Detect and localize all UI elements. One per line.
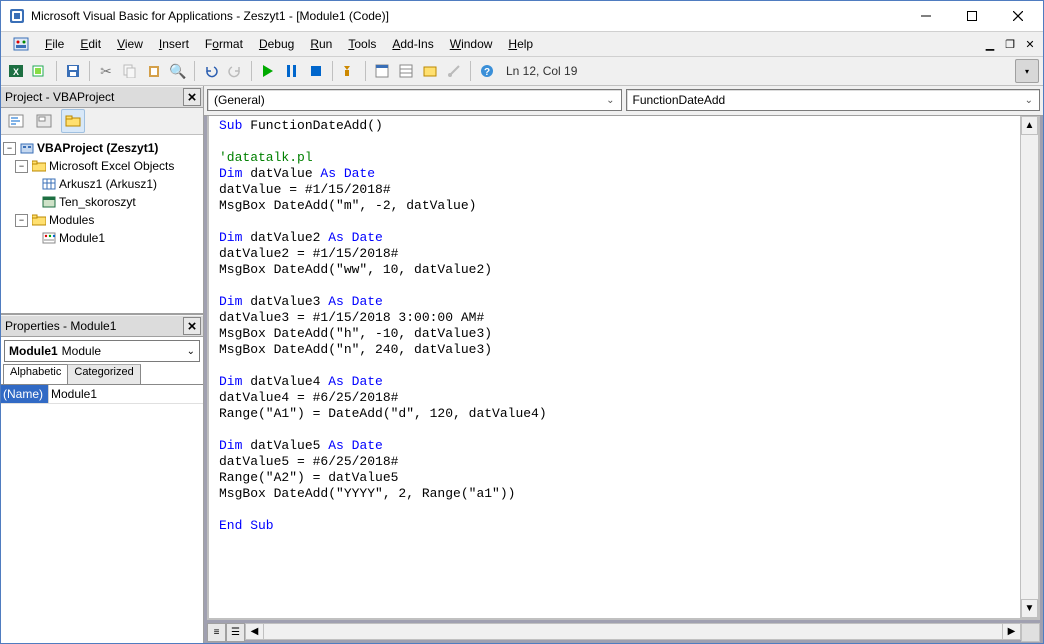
scroll-up-icon[interactable]: ▲ bbox=[1021, 116, 1038, 135]
folder-open-icon bbox=[31, 160, 47, 172]
help-button[interactable]: ? bbox=[476, 60, 498, 82]
chevron-down-icon: ⌄ bbox=[187, 346, 195, 357]
tree-project-root[interactable]: − VBAProject (Zeszyt1) bbox=[3, 139, 201, 157]
tree-thisworkbook[interactable]: Ten_skoroszyt bbox=[3, 193, 201, 211]
save-button[interactable] bbox=[62, 60, 84, 82]
property-name: (Name) bbox=[1, 385, 48, 403]
project-explorer-button[interactable] bbox=[371, 60, 393, 82]
properties-button[interactable] bbox=[395, 60, 417, 82]
window-title: Microsoft Visual Basic for Applications … bbox=[31, 9, 903, 23]
chevron-down-icon: ⌄ bbox=[606, 95, 614, 106]
undo-button[interactable] bbox=[200, 60, 222, 82]
toolbox-button[interactable] bbox=[443, 60, 465, 82]
object-combo[interactable]: (General) ⌄ bbox=[207, 89, 622, 111]
reset-button[interactable] bbox=[305, 60, 327, 82]
mdi-close[interactable]: ✕ bbox=[1021, 36, 1039, 52]
view-excel-button[interactable]: X bbox=[5, 60, 27, 82]
design-mode-button[interactable] bbox=[338, 60, 360, 82]
menu-edit[interactable]: Edit bbox=[72, 35, 109, 53]
standard-toolbar: X ✂ 🔍 ? Ln 12, Col 19 ▾ bbox=[1, 57, 1043, 86]
vertical-scrollbar[interactable]: ▲ ▼ bbox=[1020, 116, 1038, 618]
full-module-view-button[interactable]: ☰ bbox=[226, 623, 245, 642]
tree-sheet1[interactable]: Arkusz1 (Arkusz1) bbox=[3, 175, 201, 193]
menu-tools[interactable]: Tools bbox=[340, 35, 384, 53]
paste-button[interactable] bbox=[143, 60, 165, 82]
menubar: File Edit View Insert Format Debug Run T… bbox=[1, 32, 1043, 57]
view-object-button[interactable] bbox=[33, 110, 55, 132]
project-toolbar bbox=[1, 108, 203, 135]
procedure-combo[interactable]: FunctionDateAdd ⌄ bbox=[626, 89, 1041, 111]
minus-icon[interactable]: − bbox=[3, 142, 16, 155]
titlebar: Microsoft Visual Basic for Applications … bbox=[1, 1, 1043, 32]
minimize-button[interactable] bbox=[903, 2, 949, 31]
vba-app-icon bbox=[11, 36, 31, 52]
cursor-position: Ln 12, Col 19 bbox=[506, 64, 577, 78]
copy-button[interactable] bbox=[119, 60, 141, 82]
properties-panel-close[interactable]: × bbox=[183, 317, 201, 335]
minus-icon[interactable]: − bbox=[15, 214, 28, 227]
code-editor[interactable]: Sub FunctionDateAdd() 'datatalk.pl Dim d… bbox=[209, 116, 1020, 618]
properties-object-combo[interactable]: Module1 Module ⌄ bbox=[4, 340, 200, 362]
code-combo-row: (General) ⌄ FunctionDateAdd ⌄ bbox=[204, 86, 1043, 116]
properties-panel-title: Properties - Module1 bbox=[5, 319, 183, 333]
chevron-down-icon: ⌄ bbox=[1025, 95, 1033, 106]
tab-alphabetic[interactable]: Alphabetic bbox=[3, 364, 68, 384]
worksheet-icon bbox=[41, 178, 57, 190]
tree-module1[interactable]: Module1 bbox=[3, 229, 201, 247]
mdi-minimize[interactable]: ▁ bbox=[981, 36, 999, 52]
object-browser-button[interactable] bbox=[419, 60, 441, 82]
property-row[interactable]: (Name) Module1 bbox=[1, 385, 203, 404]
project-panel-header: Project - VBAProject × bbox=[1, 86, 203, 108]
redo-button[interactable] bbox=[224, 60, 246, 82]
menu-run[interactable]: Run bbox=[302, 35, 340, 53]
scroll-right-icon[interactable]: ▶ bbox=[1002, 624, 1020, 639]
properties-grid[interactable]: (Name) Module1 bbox=[1, 385, 203, 643]
project-panel-title: Project - VBAProject bbox=[5, 90, 183, 104]
find-button[interactable]: 🔍 bbox=[167, 60, 189, 82]
svg-text:?: ? bbox=[484, 67, 490, 78]
workbook-icon bbox=[41, 196, 57, 208]
menu-help[interactable]: Help bbox=[500, 35, 541, 53]
app-icon bbox=[9, 8, 25, 24]
run-button[interactable] bbox=[257, 60, 279, 82]
procedure-view-button[interactable]: ≡ bbox=[207, 623, 226, 642]
menu-insert[interactable]: Insert bbox=[151, 35, 197, 53]
scroll-left-icon[interactable]: ◀ bbox=[246, 624, 264, 639]
menu-file[interactable]: File bbox=[37, 35, 72, 53]
mdi-restore[interactable]: ❐ bbox=[1001, 36, 1019, 52]
properties-panel-header: Properties - Module1 × bbox=[1, 315, 203, 337]
tab-categorized[interactable]: Categorized bbox=[67, 364, 140, 384]
folder-open-icon bbox=[31, 214, 47, 226]
mdi-controls: ▁ ❐ ✕ bbox=[981, 36, 1039, 52]
view-code-button[interactable] bbox=[5, 110, 27, 132]
menu-debug[interactable]: Debug bbox=[251, 35, 302, 53]
project-icon bbox=[19, 141, 35, 155]
break-button[interactable] bbox=[281, 60, 303, 82]
tree-modules-folder[interactable]: − Modules bbox=[3, 211, 201, 229]
project-panel-close[interactable]: × bbox=[183, 88, 201, 106]
svg-text:X: X bbox=[13, 67, 19, 77]
scroll-down-icon[interactable]: ▼ bbox=[1021, 599, 1038, 618]
insert-dropdown[interactable] bbox=[29, 60, 51, 82]
code-editor-pane: (General) ⌄ FunctionDateAdd ⌄ Sub Functi… bbox=[204, 86, 1043, 643]
menu-view[interactable]: View bbox=[109, 35, 151, 53]
horizontal-scrollbar[interactable]: ◀ ▶ bbox=[245, 623, 1021, 640]
property-value[interactable]: Module1 bbox=[48, 385, 203, 403]
menu-format[interactable]: Format bbox=[197, 35, 251, 53]
menu-window[interactable]: Window bbox=[442, 35, 501, 53]
close-button[interactable] bbox=[995, 2, 1041, 31]
minus-icon[interactable]: − bbox=[15, 160, 28, 173]
menu-addins[interactable]: Add-Ins bbox=[384, 35, 441, 53]
toolbar-options[interactable]: ▾ bbox=[1015, 59, 1039, 83]
toggle-folders-button[interactable] bbox=[61, 109, 85, 133]
cut-button[interactable]: ✂ bbox=[95, 60, 117, 82]
project-tree[interactable]: − VBAProject (Zeszyt1) − Microsoft Excel… bbox=[1, 135, 203, 315]
properties-tabs: Alphabetic Categorized bbox=[1, 364, 203, 385]
module-icon bbox=[41, 232, 57, 244]
vba-editor-window: Microsoft Visual Basic for Applications … bbox=[0, 0, 1044, 644]
tree-excel-objects-folder[interactable]: − Microsoft Excel Objects bbox=[3, 157, 201, 175]
maximize-button[interactable] bbox=[949, 2, 995, 31]
